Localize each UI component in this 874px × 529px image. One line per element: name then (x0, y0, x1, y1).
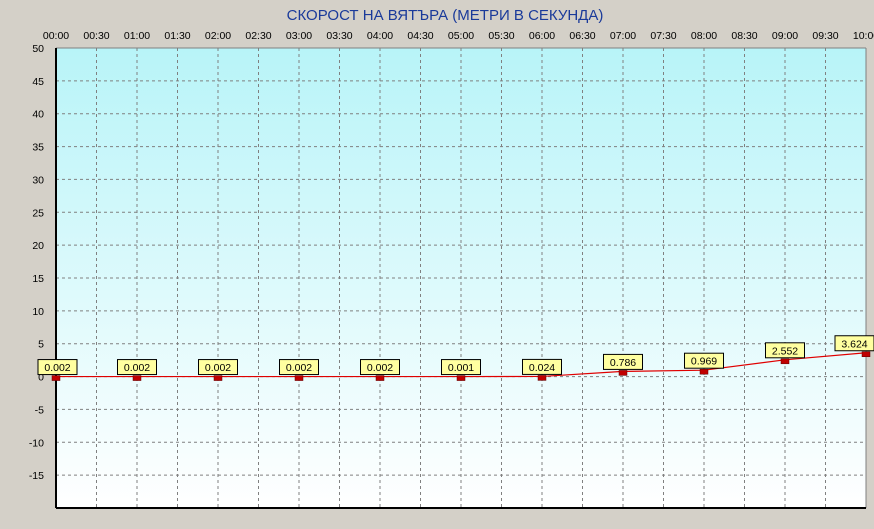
data-label: 2.552 (772, 345, 798, 357)
data-point (375, 375, 385, 381)
x-tick-label: 07:30 (650, 30, 676, 42)
y-tick-label: 45 (32, 76, 44, 88)
x-tick-label: 10:00 (853, 30, 874, 42)
x-tick-label: 05:00 (448, 30, 474, 42)
x-tick-label: 09:00 (772, 30, 798, 42)
data-label: 0.786 (610, 357, 636, 369)
data-label: 0.002 (124, 362, 150, 374)
x-tick-label: 03:30 (326, 30, 352, 42)
data-label: 3.624 (841, 338, 867, 350)
data-point (780, 358, 790, 365)
data-label: 0.002 (205, 362, 231, 374)
x-tick-label: 04:00 (367, 30, 393, 42)
x-tick-label: 02:30 (245, 30, 271, 42)
y-tick-label: -10 (29, 437, 44, 449)
y-tick-label: 30 (32, 174, 44, 186)
data-point (51, 375, 61, 381)
y-tick-label: 40 (32, 109, 44, 121)
y-tick-label: 50 (32, 43, 44, 55)
data-label: 0.002 (286, 362, 312, 374)
data-point (132, 375, 142, 381)
y-tick-label: 5 (38, 339, 44, 351)
y-tick-label: 25 (32, 207, 44, 219)
x-tick-label: 05:30 (488, 30, 514, 42)
x-tick-label: 03:00 (286, 30, 312, 42)
data-label: 0.002 (367, 362, 393, 374)
x-tick-label: 02:00 (205, 30, 231, 42)
x-tick-label: 00:30 (83, 30, 109, 42)
data-point (861, 351, 871, 358)
x-tick-label: 04:30 (407, 30, 433, 42)
x-tick-label: 00:00 (43, 30, 69, 42)
y-tick-label: 35 (32, 142, 44, 154)
chart-title: СКОРОСТ НА ВЯТЪРА (МЕТРИ В СЕКУНДА) (287, 7, 604, 24)
data-point (213, 375, 223, 381)
data-point (294, 375, 304, 381)
data-point (456, 375, 466, 381)
y-tick-label: 15 (32, 273, 44, 285)
y-tick-label: -15 (29, 470, 44, 482)
x-tick-label: 06:30 (569, 30, 595, 42)
wind-speed-chart: СКОРОСТ НА ВЯТЪРА (МЕТРИ В СЕКУНДА) 00:0… (0, 0, 874, 529)
x-tick-label: 08:00 (691, 30, 717, 42)
data-label: 0.024 (529, 362, 555, 374)
x-tick-label: 07:00 (610, 30, 636, 42)
y-tick-label: 10 (32, 306, 44, 318)
x-tick-label: 01:30 (164, 30, 190, 42)
x-tick-label: 01:00 (124, 30, 150, 42)
data-point (537, 375, 547, 381)
y-tick-label: -5 (35, 404, 44, 416)
y-tick-label: 20 (32, 240, 44, 252)
data-point (618, 370, 628, 376)
x-tick-label: 06:00 (529, 30, 555, 42)
data-point (699, 368, 709, 375)
x-tick-label: 09:30 (812, 30, 838, 42)
x-tick-labels: 00:00 00:30 01:00 01:30 02:00 02:30 03:00 03:30… (43, 30, 874, 42)
x-tick-label: 08:30 (731, 30, 757, 42)
data-label: 0.001 (448, 362, 474, 374)
data-label: 0.002 (44, 362, 70, 374)
data-label: 0.969 (691, 356, 717, 368)
